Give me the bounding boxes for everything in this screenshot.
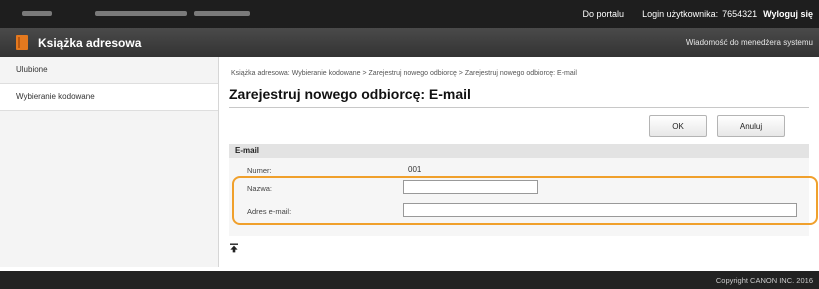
- breadcrumb: Książka adresowa: Wybieranie kodowane > …: [231, 70, 577, 77]
- app-title: Książka adresowa: [38, 36, 142, 50]
- breadcrumb-separator: >: [362, 70, 367, 77]
- main-content: Książka adresowa: Wybieranie kodowane > …: [219, 57, 819, 267]
- breadcrumb-item[interactable]: Zarejestruj nowego odbiorcę: [369, 70, 457, 77]
- breadcrumb-item[interactable]: Książka adresowa: Wybieranie kodowane: [231, 70, 361, 77]
- name-input[interactable]: [403, 180, 538, 194]
- sidebar-item-coded-dial[interactable]: Wybieranie kodowane: [0, 84, 218, 111]
- sidebar-item-favorites[interactable]: Ulubione: [0, 57, 218, 84]
- number-value: 001: [408, 165, 422, 174]
- email-address-input[interactable]: [403, 203, 797, 217]
- page-title: Zarejestruj nowego odbiorcę: E-mail: [229, 86, 471, 102]
- divider: [229, 107, 809, 108]
- sidebar: Ulubione Wybieranie kodowane: [0, 57, 219, 267]
- login-label: Login użytkownika:: [642, 9, 719, 19]
- email-form-section: Numer: 001 Nazwa: Adres e-mail:: [229, 158, 809, 236]
- address-book-icon: [16, 35, 28, 50]
- scroll-to-top-icon[interactable]: [229, 243, 239, 253]
- name-label: Nazwa:: [247, 184, 273, 193]
- number-label: Numer:: [247, 166, 272, 175]
- redacted-text: [194, 11, 250, 16]
- redacted-text: [95, 11, 187, 16]
- top-bar: Do portalu Login użytkownika: 7654321 Wy…: [0, 0, 819, 28]
- ok-button[interactable]: OK: [649, 115, 707, 137]
- login-user: 7654321: [722, 9, 758, 19]
- footer: Copyright CANON INC. 2016: [0, 271, 819, 289]
- section-header-email: E-mail: [229, 144, 809, 158]
- copyright-text: Copyright CANON INC. 2016: [715, 276, 813, 285]
- admin-message-link[interactable]: Wiadomość do menedżera systemu: [686, 38, 813, 47]
- portal-link[interactable]: Do portalu: [583, 9, 625, 19]
- app-title-bar: Książka adresowa Wiadomość do menedżera …: [0, 28, 819, 57]
- logout-link[interactable]: Wyloguj się: [763, 9, 813, 19]
- email-label: Adres e-mail:: [247, 207, 292, 216]
- top-bar-links: Do portalu Login użytkownika: 7654321 Wy…: [583, 0, 813, 28]
- breadcrumb-separator: >: [458, 70, 463, 77]
- breadcrumb-current: Zarejestruj nowego odbiorcę: E-mail: [464, 70, 577, 77]
- redacted-text: [22, 11, 52, 16]
- cancel-button[interactable]: Anuluj: [717, 115, 785, 137]
